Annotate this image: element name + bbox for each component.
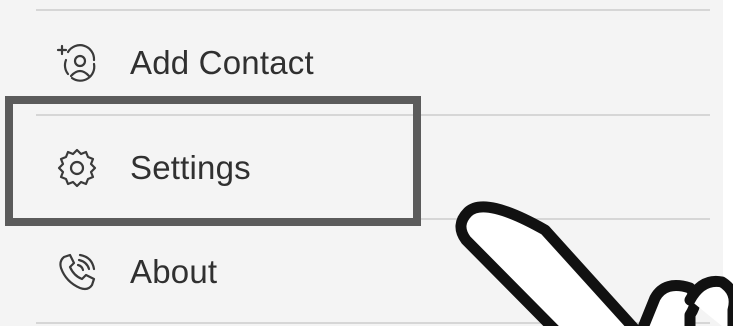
add-contact-icon — [54, 40, 100, 86]
menu-item-label: Settings — [130, 149, 251, 186]
right-edge — [723, 0, 733, 326]
menu-item-label: Add Contact — [130, 44, 314, 81]
menu-item-about[interactable]: About — [10, 221, 710, 323]
menu-divider — [36, 218, 710, 220]
menu-item-add-contact[interactable]: Add Contact — [10, 12, 710, 114]
viber-menu-screen: Add Contact Settings About — [0, 0, 733, 326]
menu-item-label: About — [130, 253, 218, 290]
menu-divider — [36, 114, 710, 116]
gear-icon — [54, 145, 100, 191]
menu-divider — [36, 322, 710, 324]
menu-divider — [36, 9, 710, 11]
phone-viber-icon — [54, 249, 100, 295]
menu-item-settings[interactable]: Settings — [10, 117, 710, 219]
